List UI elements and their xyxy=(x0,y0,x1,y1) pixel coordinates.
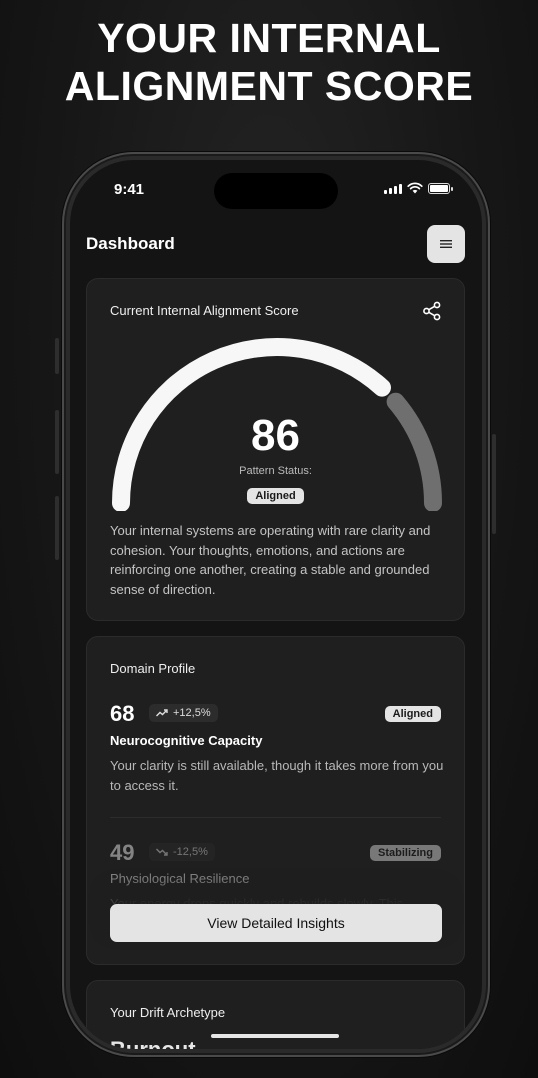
menu-icon xyxy=(440,240,452,248)
pattern-status-label: Pattern Status: xyxy=(239,465,312,477)
pattern-status-wrap: Aligned xyxy=(87,486,464,504)
archetype-title: Burnout xyxy=(110,1037,196,1049)
alignment-score-value: 86 xyxy=(251,411,300,460)
domain-divider xyxy=(110,817,441,818)
domain-delta: -12,5% xyxy=(173,846,208,858)
page-title: Dashboard xyxy=(86,234,175,253)
trend-up-icon xyxy=(156,709,168,717)
headline-line-2: ALIGNMENT SCORE xyxy=(64,63,474,109)
domain-status-wrap: Stabilizing xyxy=(370,843,441,861)
pattern-status-badge: Aligned xyxy=(247,488,304,504)
domain-profile-card: Domain Profile 68 +12,5% Aligned Neuroco… xyxy=(86,636,465,965)
domain-description: Your clarity is still available, though … xyxy=(110,758,444,793)
domain-status-wrap: Aligned xyxy=(384,704,441,722)
alignment-score-card: Current Internal Alignment Score 86 Patt… xyxy=(86,278,465,621)
domain-name: Neurocognitive Capacity xyxy=(110,733,263,748)
domain-name: Physiological Resilience xyxy=(110,871,250,886)
view-insights-button[interactable]: View Detailed Insights xyxy=(110,904,442,942)
side-button-power xyxy=(492,434,496,534)
status-icons xyxy=(384,182,453,194)
drift-archetype-card: Your Drift Archetype Burnout xyxy=(86,980,465,1049)
domain-status-badge: Stabilizing xyxy=(370,845,441,861)
headline-line-1: YOUR INTERNAL xyxy=(97,15,441,61)
home-indicator[interactable] xyxy=(211,1034,339,1038)
phone-screen: 9:41 Dashboard Current Internal Alignmen… xyxy=(70,160,482,1049)
domain-score: 49 xyxy=(110,840,135,865)
dynamic-island xyxy=(214,173,338,209)
signal-icon xyxy=(384,183,402,194)
score-card-label: Current Internal Alignment Score xyxy=(110,303,299,318)
share-icon[interactable] xyxy=(422,301,442,321)
domain-profile-label: Domain Profile xyxy=(110,661,196,676)
domain-status-badge: Aligned xyxy=(384,706,441,722)
menu-button[interactable] xyxy=(427,225,465,263)
wifi-icon xyxy=(407,182,423,194)
side-button-action xyxy=(55,338,59,374)
score-description: Your internal systems are operating with… xyxy=(110,523,431,597)
archetype-label: Your Drift Archetype xyxy=(110,1005,226,1020)
side-button-volume-down xyxy=(55,496,59,560)
trend-down-icon xyxy=(156,848,168,856)
domain-delta: +12,5% xyxy=(173,707,211,719)
domain-delta-chip: -12,5% xyxy=(149,843,215,861)
side-button-volume-up xyxy=(55,410,59,474)
domain-score: 68 xyxy=(110,701,135,726)
battery-icon xyxy=(428,183,453,194)
domain-delta-chip: +12,5% xyxy=(149,704,218,722)
status-time: 9:41 xyxy=(114,181,145,198)
headline: YOUR INTERNAL ALIGNMENT SCORE xyxy=(0,14,538,110)
